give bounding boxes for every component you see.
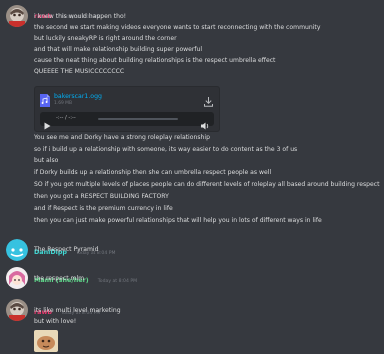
progress-bar[interactable] xyxy=(98,118,178,120)
message-text: but with love! xyxy=(34,318,77,325)
message-text: its like multi level marketing xyxy=(34,307,121,314)
avatar[interactable] xyxy=(6,5,28,27)
message-text: cause the neat thing about building rela… xyxy=(34,57,276,64)
message-text: You see me and Dorky have a strong rolep… xyxy=(34,134,210,141)
audio-attachment: bakerscar1.ogg 1.69 MB -:-- / -:-- xyxy=(34,86,220,132)
message-text: so if i build up a relationship with som… xyxy=(34,146,298,153)
play-icon[interactable] xyxy=(44,115,51,134)
avatar[interactable] xyxy=(6,267,28,289)
playback-time: -:-- / -:-- xyxy=(56,115,76,121)
timestamp: Today at 8:04 PM xyxy=(97,279,138,284)
sticker-image[interactable] xyxy=(34,330,58,352)
volume-icon[interactable] xyxy=(201,115,210,134)
file-name-link[interactable]: bakerscar1.ogg xyxy=(54,93,102,100)
audio-player: -:-- / -:-- xyxy=(40,112,214,130)
message-text: The Respect Pyramid xyxy=(34,246,99,253)
message-text: the respect mlm xyxy=(34,275,85,282)
message-text: and if Respect is the premium currency i… xyxy=(34,205,173,212)
message-text: i knew this would happen tho! xyxy=(34,13,127,20)
file-size: 1.69 MB xyxy=(54,101,72,106)
avatar[interactable] xyxy=(6,239,28,261)
file-audio-icon xyxy=(40,92,50,111)
message-text: and that will make relationship building… xyxy=(34,46,203,53)
message-text: but also xyxy=(34,157,59,164)
message-text: but luckily sneakyRP is right around the… xyxy=(34,35,177,42)
message-text: SO if you got multiple levels of places … xyxy=(34,181,380,188)
download-icon[interactable] xyxy=(204,92,213,111)
message-text: then you can just make powerful relation… xyxy=(34,217,322,224)
message-text: then you got a RESPECT BUILDING FACTORY xyxy=(34,193,169,200)
avatar[interactable] xyxy=(6,299,28,321)
message-text: QUEEEE THE MUSICCCCCCCC xyxy=(34,68,125,75)
message-text: if Dorky builds up a relationship then s… xyxy=(34,169,272,176)
message-text: the second we start making videos everyo… xyxy=(34,24,321,31)
